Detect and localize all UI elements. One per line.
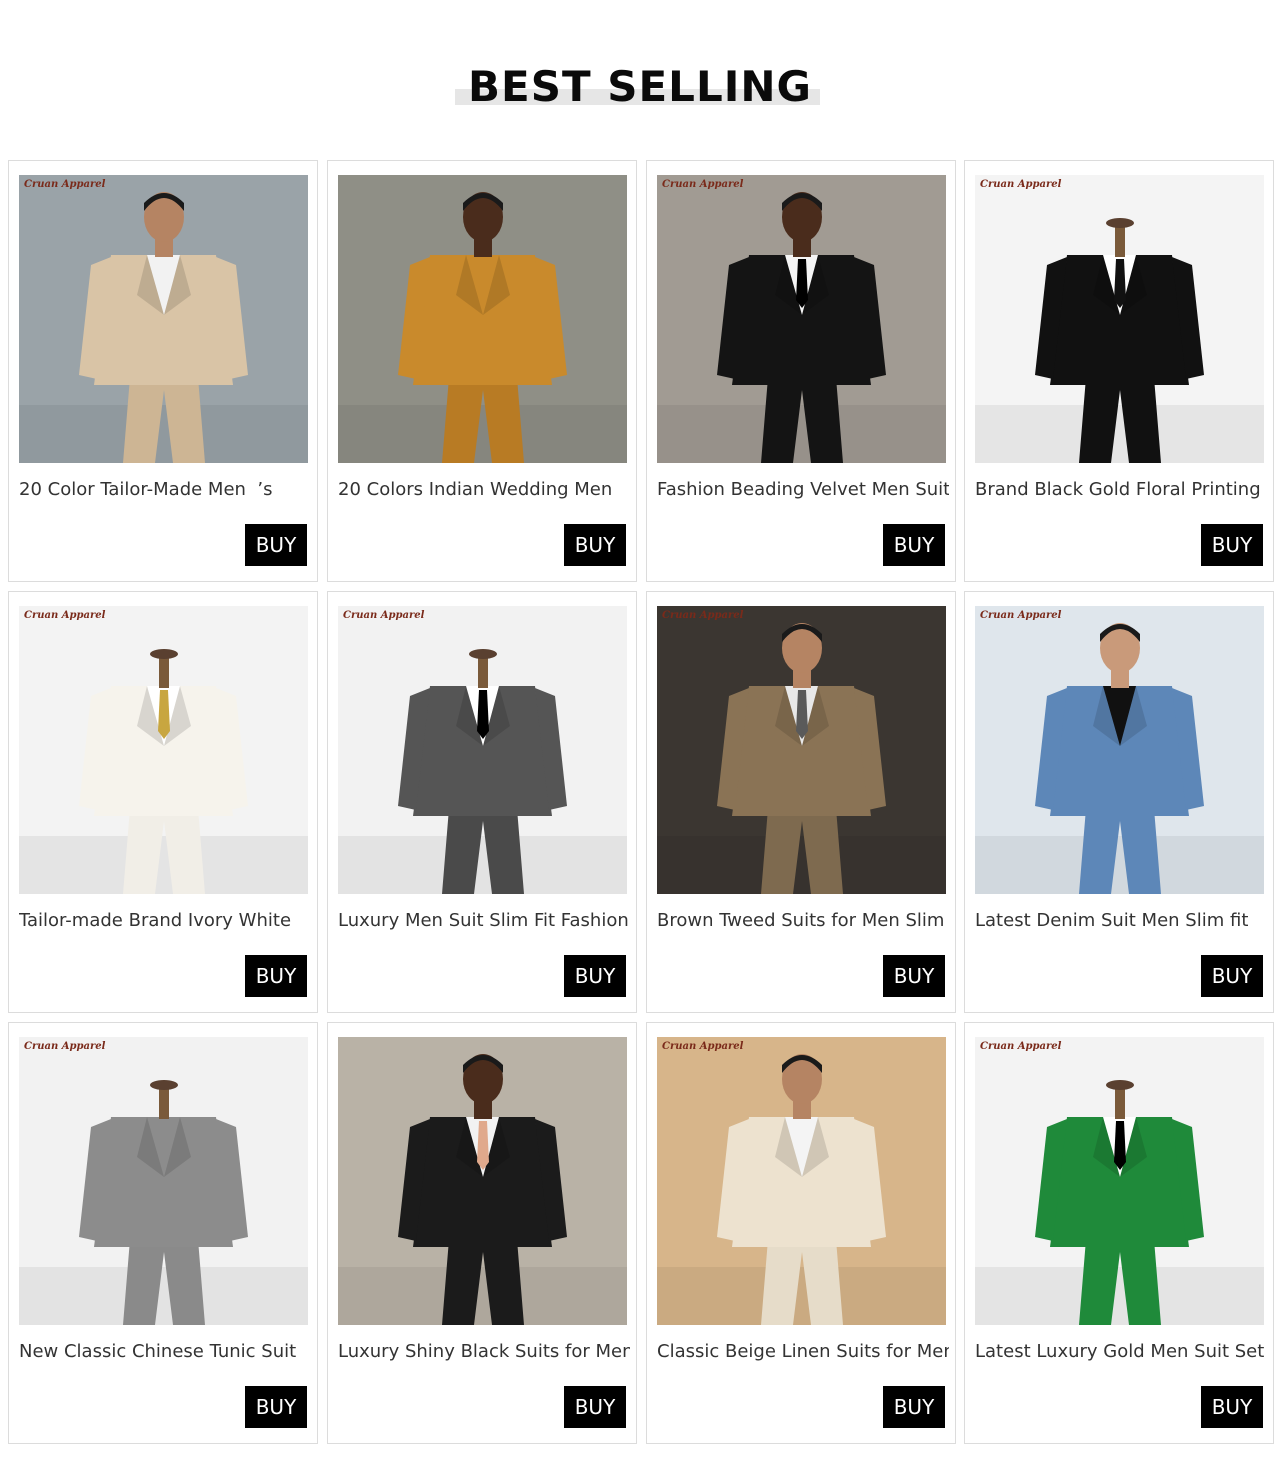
buy-button[interactable]: BUY bbox=[1201, 1386, 1263, 1428]
product-card[interactable]: Cruan Apparel Luxury Men Suit Slim Fit Fa… bbox=[327, 591, 637, 1013]
product-image[interactable]: Cruan Apparel bbox=[657, 606, 946, 894]
product-image[interactable]: Cruan Apparel bbox=[19, 606, 308, 894]
product-card[interactable]: Cruan Apparel Latest Luxury Gold Men Suit… bbox=[964, 1022, 1274, 1444]
product-card[interactable]: Cruan Apparel Latest Denim Suit Men Slim … bbox=[964, 591, 1274, 1013]
buy-button[interactable]: BUY bbox=[883, 1386, 945, 1428]
product-card[interactable]: Cruan Apparel Brand Black Gold Floral Pri… bbox=[964, 160, 1274, 582]
product-image[interactable]: Cruan Apparel bbox=[975, 175, 1264, 463]
buy-button[interactable]: BUY bbox=[564, 955, 626, 997]
product-title[interactable]: Tailor-made Brand Ivory White bbox=[19, 910, 311, 932]
buy-button[interactable]: BUY bbox=[883, 955, 945, 997]
buy-button[interactable]: BUY bbox=[564, 1386, 626, 1428]
product-title[interactable]: Luxury Men Suit Slim Fit Fashion bbox=[338, 910, 630, 932]
product-image[interactable] bbox=[338, 175, 627, 463]
product-title[interactable]: Brown Tweed Suits for Men Slim bbox=[657, 910, 949, 932]
product-image[interactable]: Cruan Apparel bbox=[975, 606, 1264, 894]
brand-watermark: Cruan Apparel bbox=[662, 610, 744, 621]
product-title[interactable]: Luxury Shiny Black Suits for Men bbox=[338, 1341, 630, 1363]
buy-button[interactable]: BUY bbox=[1201, 955, 1263, 997]
product-title[interactable]: 20 Color Tailor-Made Men ’s bbox=[19, 479, 311, 501]
buy-button[interactable]: BUY bbox=[564, 524, 626, 566]
buy-button[interactable]: BUY bbox=[245, 524, 307, 566]
product-title[interactable]: Fashion Beading Velvet Men Suit bbox=[657, 479, 949, 501]
brand-watermark: Cruan Apparel bbox=[980, 179, 1062, 190]
product-title[interactable]: 20 Colors Indian Wedding Men bbox=[338, 479, 630, 501]
product-image[interactable]: Cruan Apparel bbox=[657, 1037, 946, 1325]
product-title[interactable]: Latest Denim Suit Men Slim fit bbox=[975, 910, 1267, 932]
brand-watermark: Cruan Apparel bbox=[24, 610, 106, 621]
product-card[interactable]: Cruan Apparel New Classic Chinese Tunic S… bbox=[8, 1022, 318, 1444]
brand-watermark: Cruan Apparel bbox=[662, 179, 744, 190]
product-title[interactable]: Classic Beige Linen Suits for Men bbox=[657, 1341, 949, 1363]
section-title: BEST SELLING bbox=[468, 62, 812, 111]
product-image[interactable] bbox=[338, 1037, 627, 1325]
product-title[interactable]: Brand Black Gold Floral Printing bbox=[975, 479, 1267, 501]
buy-button[interactable]: BUY bbox=[245, 1386, 307, 1428]
product-card[interactable]: Luxury Shiny Black Suits for Men BUY bbox=[327, 1022, 637, 1444]
product-card[interactable]: Cruan Apparel Brown Tweed Suits for Men S… bbox=[646, 591, 956, 1013]
buy-button[interactable]: BUY bbox=[1201, 524, 1263, 566]
product-title[interactable]: Latest Luxury Gold Men Suit Set bbox=[975, 1341, 1267, 1363]
product-title[interactable]: New Classic Chinese Tunic Suit bbox=[19, 1341, 311, 1363]
brand-watermark: Cruan Apparel bbox=[24, 179, 106, 190]
brand-watermark: Cruan Apparel bbox=[662, 1041, 744, 1052]
product-image[interactable]: Cruan Apparel bbox=[19, 175, 308, 463]
product-card[interactable]: Cruan Apparel Tailor-made Brand Ivory Whi… bbox=[8, 591, 318, 1013]
product-card[interactable]: Cruan Apparel Fashion Beading Velvet Men … bbox=[646, 160, 956, 582]
product-image[interactable]: Cruan Apparel bbox=[338, 606, 627, 894]
brand-watermark: Cruan Apparel bbox=[343, 610, 425, 621]
product-image[interactable]: Cruan Apparel bbox=[975, 1037, 1264, 1325]
buy-button[interactable]: BUY bbox=[883, 524, 945, 566]
product-card[interactable]: Cruan Apparel 20 Color Tailor-Made Men ’s… bbox=[8, 160, 318, 582]
brand-watermark: Cruan Apparel bbox=[24, 1041, 106, 1052]
brand-watermark: Cruan Apparel bbox=[980, 1041, 1062, 1052]
buy-button[interactable]: BUY bbox=[245, 955, 307, 997]
product-card[interactable]: Cruan Apparel Classic Beige Linen Suits f… bbox=[646, 1022, 956, 1444]
product-card[interactable]: 20 Colors Indian Wedding Men BUY bbox=[327, 160, 637, 582]
product-image[interactable]: Cruan Apparel bbox=[657, 175, 946, 463]
section-header: BEST SELLING bbox=[0, 60, 1280, 120]
brand-watermark: Cruan Apparel bbox=[980, 610, 1062, 621]
product-image[interactable]: Cruan Apparel bbox=[19, 1037, 308, 1325]
